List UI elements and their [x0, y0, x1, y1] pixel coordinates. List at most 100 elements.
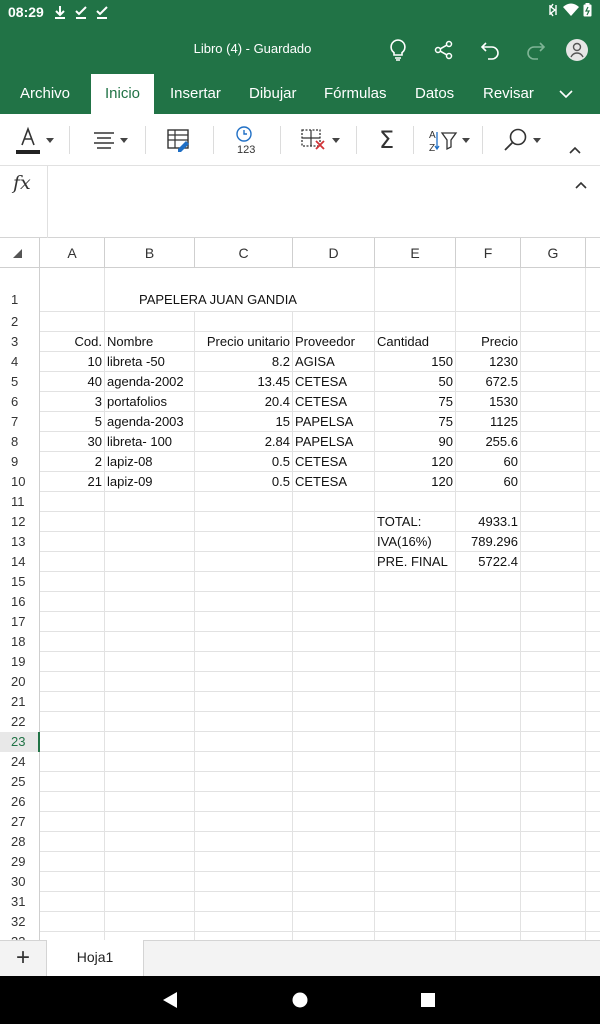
cell-a12[interactable]: [40, 512, 105, 532]
cell-f28[interactable]: [456, 832, 521, 852]
row-header[interactable]: 20: [0, 672, 40, 692]
cell-d7[interactable]: PAPELSA: [293, 412, 375, 432]
cell-g3[interactable]: [521, 332, 586, 352]
cell-f30[interactable]: [456, 872, 521, 892]
cell-e28[interactable]: [375, 832, 456, 852]
cell-e19[interactable]: [375, 652, 456, 672]
cell-g6[interactable]: [521, 392, 586, 412]
cell-c13[interactable]: [195, 532, 293, 552]
column-header-a[interactable]: A: [40, 238, 105, 268]
cell-c16[interactable]: [195, 592, 293, 612]
cell-d22[interactable]: [293, 712, 375, 732]
cell-e21[interactable]: [375, 692, 456, 712]
cell-g10[interactable]: [521, 472, 586, 492]
cell-f3[interactable]: Precio: [456, 332, 521, 352]
cell-f8[interactable]: 255.6: [456, 432, 521, 452]
cell-d19[interactable]: [293, 652, 375, 672]
recents-icon[interactable]: [416, 988, 440, 1012]
cell-e12[interactable]: TOTAL:: [375, 512, 456, 532]
cell-g29[interactable]: [521, 852, 586, 872]
cell-c18[interactable]: [195, 632, 293, 652]
row-header[interactable]: 4: [0, 352, 40, 372]
cell-e17[interactable]: [375, 612, 456, 632]
column-header-f[interactable]: F: [456, 238, 521, 268]
cell-a25[interactable]: [40, 772, 105, 792]
cell-a15[interactable]: [40, 572, 105, 592]
cell-d27[interactable]: [293, 812, 375, 832]
cell-e26[interactable]: [375, 792, 456, 812]
cell-b30[interactable]: [105, 872, 195, 892]
row-header[interactable]: 13: [0, 532, 40, 552]
cell-a8[interactable]: 30: [40, 432, 105, 452]
cell-a10[interactable]: 21: [40, 472, 105, 492]
row-header[interactable]: 3: [0, 332, 40, 352]
cell-a18[interactable]: [40, 632, 105, 652]
cell-e2[interactable]: [375, 312, 456, 332]
find-button[interactable]: [503, 122, 541, 158]
lightbulb-icon[interactable]: [385, 37, 411, 63]
cell-g15[interactable]: [521, 572, 586, 592]
cell-d8[interactable]: PAPELSA: [293, 432, 375, 452]
row-header[interactable]: 24: [0, 752, 40, 772]
cell-f19[interactable]: [456, 652, 521, 672]
row-header[interactable]: 28: [0, 832, 40, 852]
row-header[interactable]: 7: [0, 412, 40, 432]
cell-b16[interactable]: [105, 592, 195, 612]
cell-e30[interactable]: [375, 872, 456, 892]
cell-c5[interactable]: 13.45: [195, 372, 293, 392]
cell-f9[interactable]: 60: [456, 452, 521, 472]
cell-d33[interactable]: [293, 932, 375, 940]
cell-c14[interactable]: [195, 552, 293, 572]
cell-f26[interactable]: [456, 792, 521, 812]
cell-a3[interactable]: Cod.: [40, 332, 105, 352]
cell-e24[interactable]: [375, 752, 456, 772]
cell-d2[interactable]: [293, 312, 375, 332]
cell-g21[interactable]: [521, 692, 586, 712]
tab-inicio[interactable]: Inicio: [91, 74, 155, 114]
cell-a29[interactable]: [40, 852, 105, 872]
cell-c10[interactable]: 0.5: [195, 472, 293, 492]
row-header[interactable]: 18: [0, 632, 40, 652]
cell-d9[interactable]: CETESA: [293, 452, 375, 472]
cell-e10[interactable]: 120: [375, 472, 456, 492]
cell-g4[interactable]: [521, 352, 586, 372]
cell-g1[interactable]: [521, 268, 586, 312]
cell-g7[interactable]: [521, 412, 586, 432]
redo-icon[interactable]: [523, 37, 549, 63]
add-sheet-button[interactable]: +: [0, 941, 46, 976]
cell-b8[interactable]: libreta- 100: [105, 432, 195, 452]
cell-g32[interactable]: [521, 912, 586, 932]
cell-c32[interactable]: [195, 912, 293, 932]
cell-a33[interactable]: [40, 932, 105, 940]
cell-f10[interactable]: 60: [456, 472, 521, 492]
cell-d16[interactable]: [293, 592, 375, 612]
cell-a17[interactable]: [40, 612, 105, 632]
row-header[interactable]: 17: [0, 612, 40, 632]
cell-b13[interactable]: [105, 532, 195, 552]
cell-c2[interactable]: [195, 312, 293, 332]
cell-g17[interactable]: [521, 612, 586, 632]
cell-g30[interactable]: [521, 872, 586, 892]
cell-e31[interactable]: [375, 892, 456, 912]
cell-e7[interactable]: 75: [375, 412, 456, 432]
document-title[interactable]: Libro (4) - Guardado: [0, 41, 505, 56]
cell-b23[interactable]: [105, 732, 195, 752]
cell-d14[interactable]: [293, 552, 375, 572]
cell-g33[interactable]: [521, 932, 586, 940]
row-header[interactable]: 32: [0, 912, 40, 932]
cell-f22[interactable]: [456, 712, 521, 732]
cell-c23[interactable]: [195, 732, 293, 752]
cell-e1[interactable]: [375, 268, 456, 312]
cell-g25[interactable]: [521, 772, 586, 792]
cell-e11[interactable]: [375, 492, 456, 512]
cell-b6[interactable]: portafolios: [105, 392, 195, 412]
cell-c28[interactable]: [195, 832, 293, 852]
tab-archivo[interactable]: Archivo: [20, 74, 70, 114]
cell-f27[interactable]: [456, 812, 521, 832]
cell-g19[interactable]: [521, 652, 586, 672]
cell-d32[interactable]: [293, 912, 375, 932]
more-tabs-chevron-icon[interactable]: [558, 88, 574, 102]
cell-e14[interactable]: PRE. FINAL: [375, 552, 456, 572]
formula-input[interactable]: [56, 174, 556, 230]
column-header-b[interactable]: B: [105, 238, 195, 268]
